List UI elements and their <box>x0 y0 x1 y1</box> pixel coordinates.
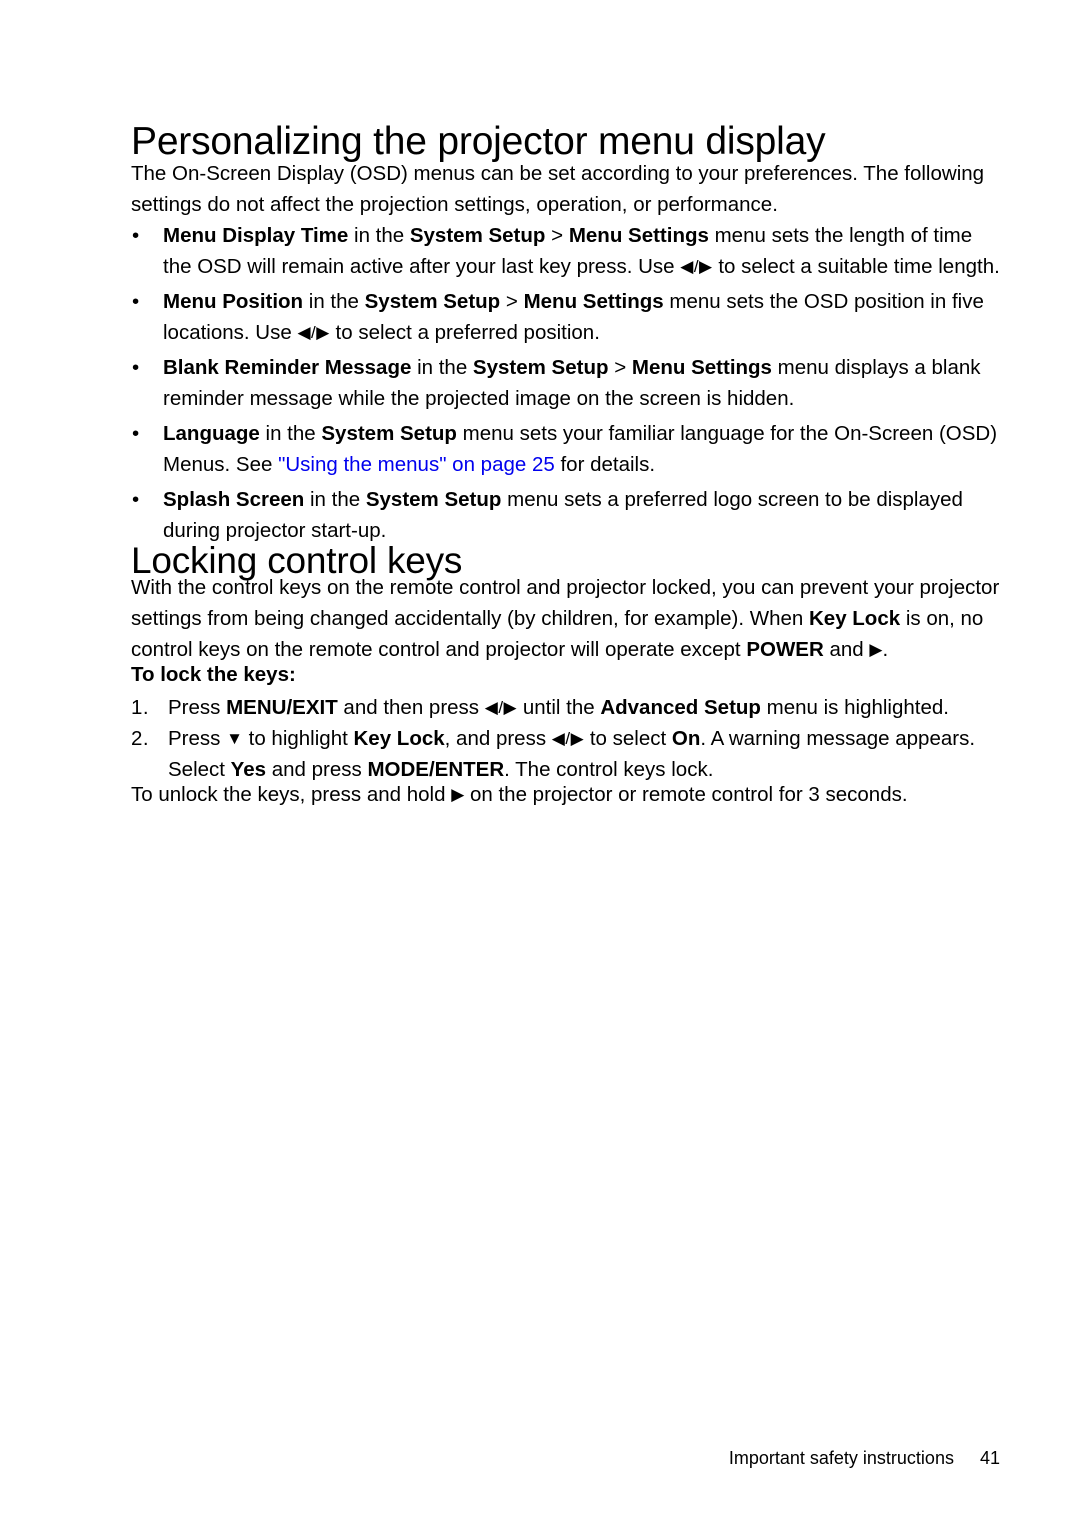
manual-page: Personalizing the projector menu display… <box>0 0 1080 1534</box>
text-fragment: and <box>823 638 870 661</box>
text-fragment: Press <box>168 696 227 719</box>
text-fragment: > <box>608 356 632 379</box>
text-fragment: in the <box>348 224 410 247</box>
text-fragment: in the <box>304 488 366 511</box>
text-fragment: on the projector or remote control for 3… <box>464 783 908 806</box>
subheading-to-lock-the-keys: To lock the keys: <box>131 663 296 686</box>
bullet-marker: • <box>132 290 140 313</box>
text-fragment: to select a suitable time length. <box>712 255 1000 278</box>
left-right-arrow-icon: ◀/▶ <box>551 729 585 748</box>
setting-name: Blank Reminder Message <box>163 356 412 379</box>
text-fragment: Press <box>168 727 227 750</box>
bullet-marker: • <box>132 422 140 445</box>
left-right-arrow-icon: ◀/▶ <box>680 257 713 276</box>
text-fragment: until the <box>517 696 601 719</box>
down-arrow-icon: ▼ <box>226 729 243 748</box>
menu-path-2: Menu Settings <box>631 356 772 379</box>
bullet-marker: • <box>132 488 140 511</box>
menu-path-2: Menu Settings <box>568 224 709 247</box>
lock-steps-list: 1. Press MENU/EXIT and then press ◀/▶ un… <box>131 692 1003 785</box>
cross-reference-link[interactable]: "Using the menus" on page 25 <box>278 453 555 476</box>
menu-exit-key: MENU/EXIT <box>226 696 338 719</box>
list-item: 2. Press ▼ to highlight Key Lock, and pr… <box>131 723 1003 785</box>
key-lock-term: Key Lock <box>353 727 445 750</box>
setting-name: Splash Screen <box>163 488 305 511</box>
text-fragment: in the <box>259 422 322 445</box>
list-item: • Splash Screen in the System Setup menu… <box>131 484 1003 546</box>
list-item: • Language in the System Setup menu sets… <box>131 418 1003 480</box>
text-fragment: > <box>545 224 569 247</box>
left-right-arrow-icon: ◀/▶ <box>484 698 518 717</box>
text-fragment: . <box>882 638 889 661</box>
step-number: 2. <box>131 727 150 750</box>
unlock-paragraph: To unlock the keys, press and hold ▶ on … <box>131 779 1003 810</box>
settings-bullet-list: • Menu Display Time in the System Setup … <box>131 220 1003 550</box>
text-fragment: for details. <box>554 453 656 476</box>
right-arrow-icon: ▶ <box>451 785 465 804</box>
power-key-term: POWER <box>746 638 824 661</box>
text-fragment: in the <box>411 356 473 379</box>
setting-name: Language <box>163 422 260 445</box>
yes-option: Yes <box>230 758 267 781</box>
menu-path-2: Menu Settings <box>523 290 664 313</box>
footer-page-number: 41 <box>979 1448 1000 1468</box>
on-option: On <box>671 727 701 750</box>
page-footer: Important safety instructions 41 <box>729 1446 1000 1470</box>
list-item: • Menu Position in the System Setup > Me… <box>131 286 1003 348</box>
menu-path-1: System Setup <box>321 422 457 445</box>
text-fragment: and press <box>266 758 368 781</box>
text-fragment: , and press <box>444 727 552 750</box>
text-fragment: to select a preferred position. <box>329 321 600 344</box>
key-lock-term: Key Lock <box>808 607 901 630</box>
text-fragment: and then press <box>337 696 485 719</box>
setting-name: Menu Display Time <box>163 224 349 247</box>
text-fragment: in the <box>303 290 365 313</box>
menu-path-1: System Setup <box>472 356 609 379</box>
advanced-setup-menu: Advanced Setup <box>600 696 761 719</box>
locking-intro-paragraph: With the control keys on the remote cont… <box>131 572 1003 665</box>
text-fragment: to select <box>584 727 672 750</box>
bullet-marker: • <box>132 356 140 379</box>
setting-name: Menu Position <box>163 290 304 313</box>
menu-path-1: System Setup <box>365 488 502 511</box>
list-item: 1. Press MENU/EXIT and then press ◀/▶ un… <box>131 692 1003 723</box>
text-fragment: > <box>500 290 524 313</box>
menu-path-1: System Setup <box>364 290 501 313</box>
text-fragment: menu is highlighted. <box>760 696 949 719</box>
right-arrow-icon: ▶ <box>869 640 883 659</box>
footer-chapter-title: Important safety instructions <box>728 1448 954 1468</box>
mode-enter-key: MODE/ENTER <box>367 758 505 781</box>
left-right-arrow-icon: ◀/▶ <box>297 323 330 342</box>
text-fragment: . The control keys lock. <box>504 758 714 781</box>
list-item: • Menu Display Time in the System Setup … <box>131 220 1003 282</box>
bullet-marker: • <box>132 224 140 247</box>
step-number: 1. <box>131 696 150 719</box>
text-fragment: To unlock the keys, press and hold <box>131 783 452 806</box>
intro-paragraph: The On-Screen Display (OSD) menus can be… <box>131 162 985 216</box>
list-item: • Blank Reminder Message in the System S… <box>131 352 1003 414</box>
menu-path-1: System Setup <box>409 224 546 247</box>
text-fragment: to highlight <box>242 727 354 750</box>
